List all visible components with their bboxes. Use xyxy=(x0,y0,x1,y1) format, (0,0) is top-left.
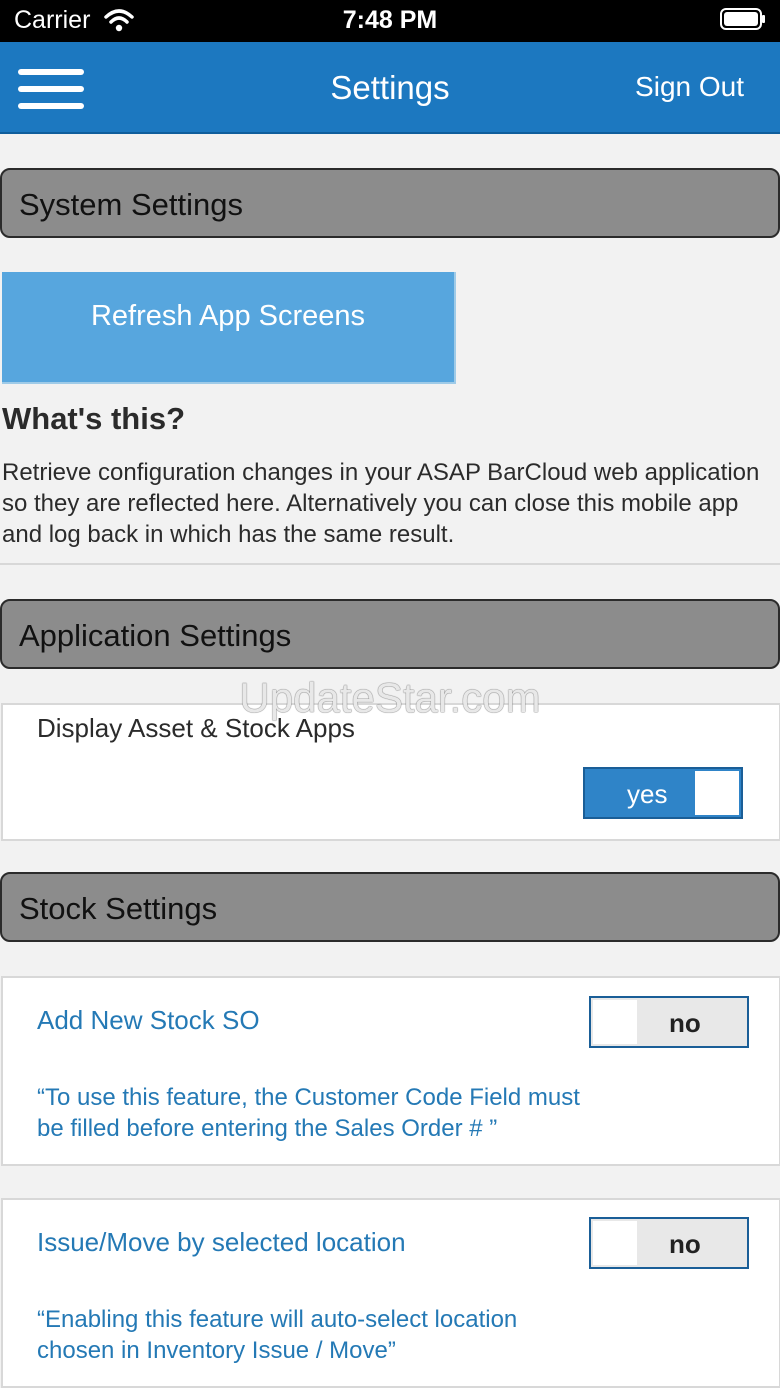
refresh-app-screens-button[interactable]: Refresh App Screens xyxy=(2,272,456,384)
stock-settings-title: Stock Settings xyxy=(19,891,218,926)
display-asset-stock-label: Display Asset & Stock Apps xyxy=(37,713,355,743)
add-new-stock-so-note: “To use this feature, the Customer Code … xyxy=(37,1084,580,1142)
add-new-stock-so-card: Add New Stock SO no “To use this feature… xyxy=(1,976,780,1166)
display-asset-stock-card: Display Asset & Stock Apps yes xyxy=(1,703,780,841)
divider xyxy=(0,563,780,565)
issue-move-location-toggle[interactable]: no xyxy=(589,1217,749,1269)
toggle-knob xyxy=(695,771,739,815)
toggle-text: no xyxy=(669,1008,701,1038)
nav-bar: Settings Sign Out xyxy=(0,42,780,134)
system-settings-title: System Settings xyxy=(19,187,243,222)
toggle-text: yes xyxy=(627,779,668,809)
help-title: What's this? xyxy=(2,401,186,436)
add-new-stock-so-toggle[interactable]: no xyxy=(589,996,749,1048)
toggle-knob xyxy=(593,1221,637,1265)
toggle-knob xyxy=(593,1000,637,1044)
display-asset-stock-toggle[interactable]: yes xyxy=(583,767,743,819)
application-settings-title: Application Settings xyxy=(19,618,292,653)
issue-move-location-note: “Enabling this feature will auto-select … xyxy=(37,1306,518,1364)
sign-out-button[interactable]: Sign Out xyxy=(635,71,744,103)
toggle-text: no xyxy=(669,1229,701,1259)
add-new-stock-so-label: Add New Stock SO xyxy=(37,1005,260,1035)
battery-icon xyxy=(720,8,765,30)
stock-settings-header: Stock Settings xyxy=(0,872,780,942)
status-bar: Carrier 7:48 PM xyxy=(0,0,780,42)
system-settings-header: System Settings xyxy=(0,168,780,238)
application-settings-header: Application Settings xyxy=(0,599,780,669)
issue-move-location-card: Issue/Move by selected location no “Enab… xyxy=(1,1198,780,1388)
help-description: Retrieve configuration changes in your A… xyxy=(2,459,760,548)
issue-move-location-label: Issue/Move by selected location xyxy=(37,1227,406,1257)
status-time: 7:48 PM xyxy=(342,6,438,34)
